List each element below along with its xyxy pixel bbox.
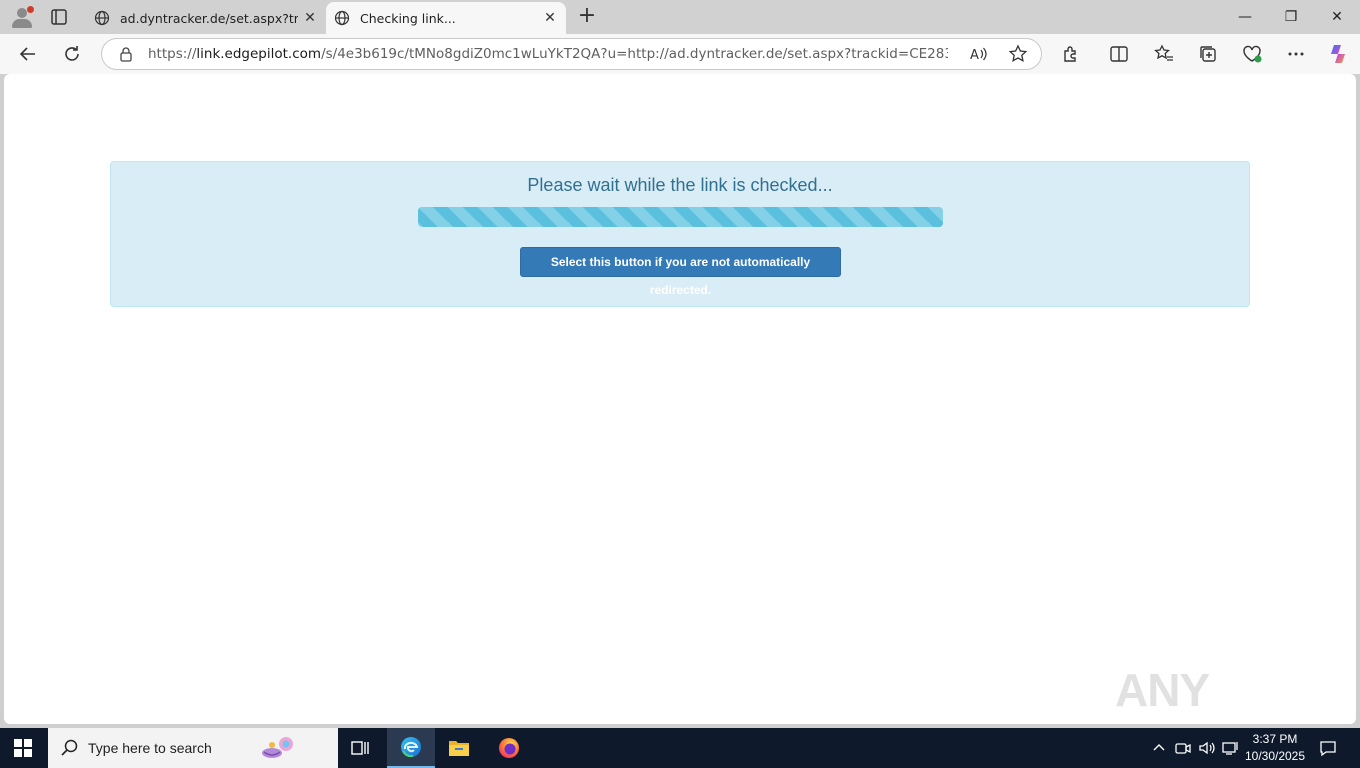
tab-dyntracker[interactable]: ad.dyntracker.de/set.aspx?trackid ✕ — [86, 2, 326, 34]
taskbar-clock[interactable]: 3:37 PM 10/30/2025 — [1240, 731, 1310, 765]
copilot-icon[interactable] — [1326, 42, 1350, 66]
network-icon[interactable] — [1221, 738, 1241, 758]
tab-checking-link[interactable]: Checking link... ✕ — [326, 2, 566, 34]
notifications-icon[interactable] — [1318, 738, 1338, 758]
web-page: Please wait while the link is checked...… — [4, 74, 1356, 724]
favorite-star-icon[interactable] — [1006, 42, 1030, 66]
wait-message: Please wait while the link is checked... — [527, 175, 833, 195]
task-view-icon[interactable] — [336, 728, 384, 768]
refresh-icon[interactable] — [60, 42, 84, 66]
progress-bar — [418, 207, 943, 227]
taskbar-search-box[interactable]: Type here to search — [48, 728, 338, 768]
globe-icon — [334, 10, 350, 26]
tab-title: Checking link... — [360, 10, 456, 26]
anyrun-watermark: ANY RUN — [1115, 655, 1315, 768]
clock-date: 10/30/2025 — [1244, 749, 1306, 763]
show-hidden-icons-chevron-icon[interactable] — [1149, 738, 1169, 758]
manual-redirect-button[interactable]: Select this button if you are not automa… — [520, 247, 841, 297]
restore-button[interactable]: ❐ — [1268, 4, 1314, 30]
volume-icon[interactable] — [1197, 738, 1217, 758]
link-check-panel: Please wait while the link is checked...… — [110, 161, 1250, 307]
collections-icon[interactable] — [1196, 42, 1220, 66]
clock-time: 3:37 PM — [1252, 732, 1298, 746]
tab-close-icon[interactable]: ✕ — [298, 6, 322, 30]
browser-essentials-icon[interactable] — [1240, 42, 1264, 66]
browser-toolbar: https://link.edgepilot.com/s/4e3b619c/tM… — [0, 34, 1360, 74]
close-window-button[interactable]: ✕ — [1314, 4, 1360, 30]
meet-now-icon[interactable] — [1173, 738, 1193, 758]
new-tab-button[interactable]: + — [576, 5, 598, 28]
minimize-button[interactable]: — — [1222, 4, 1268, 30]
windows-start-icon[interactable] — [14, 739, 32, 757]
lock-icon[interactable] — [118, 46, 134, 62]
favorites-icon[interactable] — [1152, 42, 1176, 66]
back-arrow-icon[interactable] — [16, 42, 40, 66]
tab-actions-icon[interactable] — [50, 8, 68, 26]
svg-text:A: A — [970, 48, 979, 63]
split-screen-icon[interactable] — [1107, 42, 1131, 66]
address-bar[interactable]: https://link.edgepilot.com/s/4e3b619c/tM… — [101, 38, 1042, 70]
tab-title: ad.dyntracker.de/set.aspx?trackid — [120, 10, 298, 26]
search-highlight-icon — [261, 737, 293, 758]
tab-close-icon[interactable]: ✕ — [538, 6, 562, 30]
edge-taskbar-icon[interactable] — [387, 728, 435, 768]
read-aloud-icon[interactable]: A — [966, 42, 990, 66]
extensions-icon[interactable] — [1059, 42, 1083, 66]
profile-avatar-icon[interactable] — [8, 4, 36, 30]
globe-icon — [94, 10, 110, 26]
tab-strip: ad.dyntracker.de/set.aspx?trackid ✕ Chec… — [0, 0, 1360, 34]
search-placeholder: Type here to search — [88, 740, 212, 756]
file-explorer-icon[interactable] — [435, 728, 483, 768]
more-menu-icon[interactable] — [1284, 42, 1308, 66]
taskbar: Type here to search 3:37 PM 10/30/2025 — [0, 728, 1360, 768]
search-icon — [61, 739, 78, 756]
url-text[interactable]: https://link.edgepilot.com/s/4e3b619c/tM… — [148, 46, 948, 62]
firefox-icon[interactable] — [485, 728, 533, 768]
